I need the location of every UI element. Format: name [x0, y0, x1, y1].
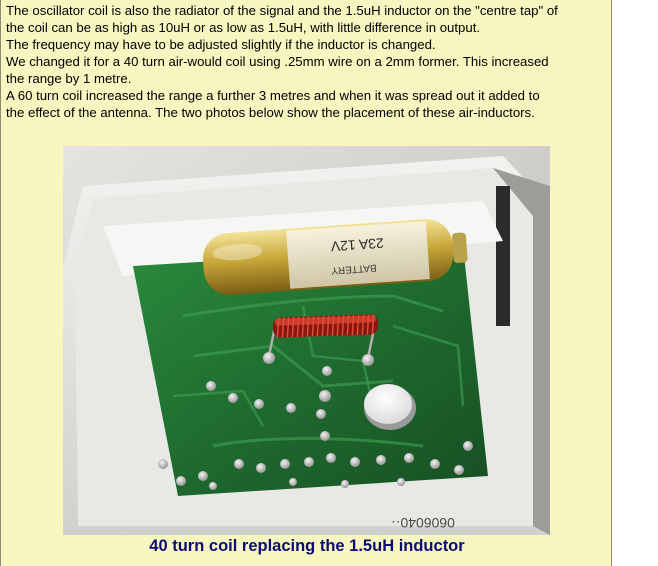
- article-line: We changed it for a 40 turn air-would co…: [6, 54, 549, 69]
- article-line: The oscillator coil is also the radiator…: [6, 3, 558, 18]
- article-line: The frequency may have to be adjusted sl…: [6, 37, 436, 52]
- article-line: the range by 1 metre.: [6, 71, 132, 86]
- circuit-photo: 23A 12V BATTERY 0606040··: [63, 146, 550, 535]
- article-line: the coil can be as high as 10uH or as lo…: [6, 20, 481, 35]
- article-text: The oscillator coil is also the radiator…: [6, 2, 606, 121]
- article-line: the effect of the antenna. The two photo…: [6, 105, 535, 120]
- article-line: A 60 turn coil increased the range a fur…: [6, 88, 540, 103]
- air-coil-inductor: [272, 314, 379, 338]
- case-printed-text: 0606040··: [391, 515, 455, 531]
- photo-caption: 40 turn coil replacing the 1.5uH inducto…: [149, 537, 465, 555]
- page: The oscillator coil is also the radiator…: [0, 0, 658, 566]
- content-panel: The oscillator coil is also the radiator…: [0, 0, 612, 566]
